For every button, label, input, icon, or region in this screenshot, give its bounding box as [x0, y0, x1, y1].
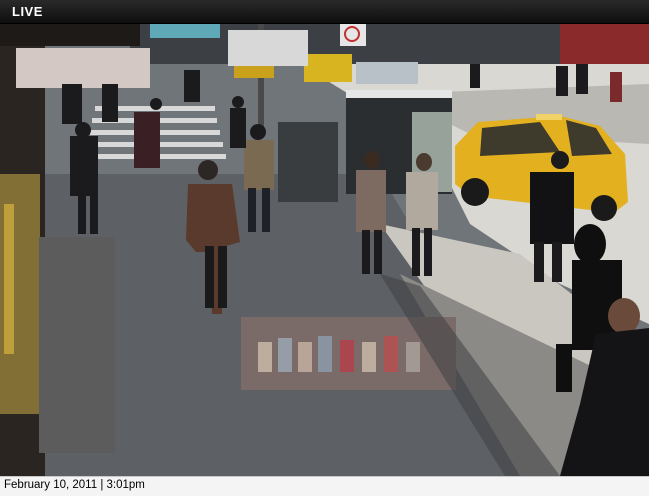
- webcam-viewer: LIVE February 10, 2011 | 3:01pm: [0, 0, 649, 496]
- viewer-header-bar: LIVE: [0, 0, 649, 24]
- live-status-label: LIVE: [12, 4, 43, 19]
- privacy-blur-left: [39, 237, 115, 453]
- capture-timestamp: February 10, 2011 | 3:01pm: [4, 479, 145, 491]
- viewer-footer-bar: February 10, 2011 | 3:01pm: [0, 476, 649, 496]
- live-camera-feed: [0, 24, 649, 476]
